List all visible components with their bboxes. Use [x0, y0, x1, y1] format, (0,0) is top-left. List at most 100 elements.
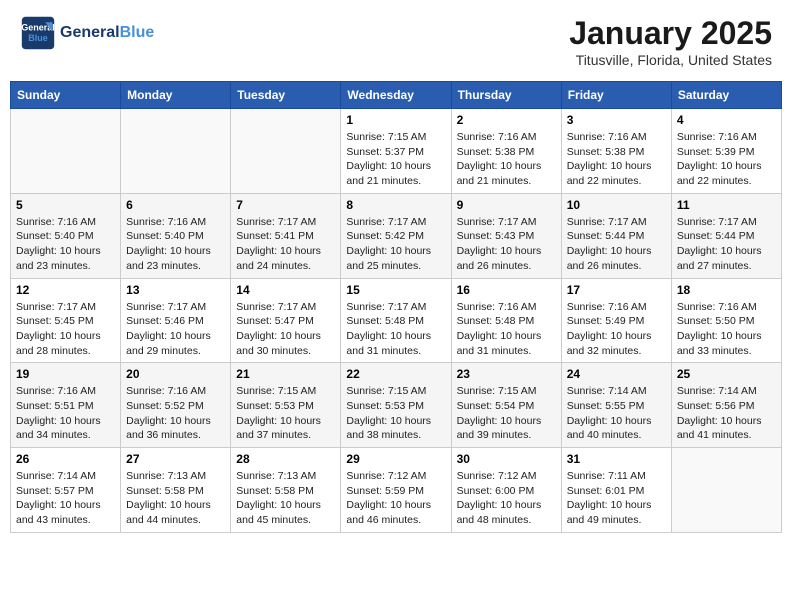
day-info-line: and 30 minutes. [236, 344, 335, 359]
day-info-line: Sunrise: 7:12 AM [346, 469, 445, 484]
day-info-line: Sunrise: 7:16 AM [16, 384, 115, 399]
day-info-line: and 26 minutes. [457, 259, 556, 274]
day-info-line: Daylight: 10 hours [677, 159, 776, 174]
calendar-cell: 25Sunrise: 7:14 AMSunset: 5:56 PMDayligh… [671, 363, 781, 448]
day-info-line: Sunset: 5:55 PM [567, 399, 666, 414]
day-info-line: Sunset: 5:46 PM [126, 314, 225, 329]
day-info-line: Sunset: 6:01 PM [567, 484, 666, 499]
day-info-line: Sunrise: 7:17 AM [457, 215, 556, 230]
day-number: 1 [346, 113, 445, 127]
logo-text: GeneralBlue [60, 24, 154, 42]
day-info-line: Sunrise: 7:17 AM [236, 300, 335, 315]
day-info-line: Sunset: 5:47 PM [236, 314, 335, 329]
day-info-line: Sunset: 5:44 PM [677, 229, 776, 244]
day-info-line: Daylight: 10 hours [457, 498, 556, 513]
day-info-line: and 27 minutes. [677, 259, 776, 274]
day-number: 30 [457, 452, 556, 466]
day-info-line: and 38 minutes. [346, 428, 445, 443]
day-info-line: Sunrise: 7:16 AM [457, 130, 556, 145]
day-info-line: Daylight: 10 hours [126, 329, 225, 344]
calendar-cell: 15Sunrise: 7:17 AMSunset: 5:48 PMDayligh… [341, 278, 451, 363]
calendar-cell: 29Sunrise: 7:12 AMSunset: 5:59 PMDayligh… [341, 448, 451, 533]
day-info-line: Sunset: 5:53 PM [346, 399, 445, 414]
title-block: January 2025 Titusville, Florida, United… [569, 15, 772, 68]
day-number: 3 [567, 113, 666, 127]
day-info-line: Daylight: 10 hours [236, 414, 335, 429]
day-info-line: Sunrise: 7:16 AM [567, 300, 666, 315]
calendar-cell: 21Sunrise: 7:15 AMSunset: 5:53 PMDayligh… [231, 363, 341, 448]
day-info-line: and 31 minutes. [346, 344, 445, 359]
day-info-line: Sunrise: 7:13 AM [236, 469, 335, 484]
day-info-line: Sunset: 5:39 PM [677, 145, 776, 160]
day-info-line: Sunrise: 7:15 AM [457, 384, 556, 399]
day-info-line: Sunset: 5:38 PM [457, 145, 556, 160]
day-info-line: Sunset: 5:42 PM [346, 229, 445, 244]
day-info-line: Sunrise: 7:16 AM [457, 300, 556, 315]
day-number: 18 [677, 283, 776, 297]
day-info-line: Daylight: 10 hours [346, 498, 445, 513]
day-info-line: Sunrise: 7:16 AM [126, 384, 225, 399]
day-info-line: and 41 minutes. [677, 428, 776, 443]
day-info-line: Daylight: 10 hours [126, 414, 225, 429]
day-number: 4 [677, 113, 776, 127]
week-row-1: 5Sunrise: 7:16 AMSunset: 5:40 PMDaylight… [11, 193, 782, 278]
weekday-monday: Monday [121, 82, 231, 109]
day-info-line: Sunrise: 7:13 AM [126, 469, 225, 484]
day-info-line: Daylight: 10 hours [126, 244, 225, 259]
day-info-line: Daylight: 10 hours [567, 329, 666, 344]
day-info-line: and 21 minutes. [457, 174, 556, 189]
location-subtitle: Titusville, Florida, United States [569, 52, 772, 68]
day-info-line: and 24 minutes. [236, 259, 335, 274]
weekday-sunday: Sunday [11, 82, 121, 109]
day-info-line: Sunset: 5:44 PM [567, 229, 666, 244]
day-info-line: and 22 minutes. [567, 174, 666, 189]
calendar-cell: 30Sunrise: 7:12 AMSunset: 6:00 PMDayligh… [451, 448, 561, 533]
day-info-line: Daylight: 10 hours [457, 159, 556, 174]
day-info-line: Sunset: 5:40 PM [16, 229, 115, 244]
day-info-line: and 28 minutes. [16, 344, 115, 359]
day-number: 14 [236, 283, 335, 297]
calendar-cell: 19Sunrise: 7:16 AMSunset: 5:51 PMDayligh… [11, 363, 121, 448]
calendar-cell: 8Sunrise: 7:17 AMSunset: 5:42 PMDaylight… [341, 193, 451, 278]
day-number: 24 [567, 367, 666, 381]
day-info-line: Daylight: 10 hours [16, 414, 115, 429]
day-number: 12 [16, 283, 115, 297]
day-info-line: Sunset: 5:49 PM [567, 314, 666, 329]
day-info-line: Sunrise: 7:16 AM [677, 300, 776, 315]
day-info-line: Daylight: 10 hours [567, 498, 666, 513]
day-info-line: and 39 minutes. [457, 428, 556, 443]
day-info-line: Daylight: 10 hours [457, 329, 556, 344]
day-number: 26 [16, 452, 115, 466]
day-info-line: Daylight: 10 hours [236, 498, 335, 513]
day-info-line: Daylight: 10 hours [346, 329, 445, 344]
day-info-line: Daylight: 10 hours [346, 414, 445, 429]
week-row-4: 26Sunrise: 7:14 AMSunset: 5:57 PMDayligh… [11, 448, 782, 533]
day-number: 17 [567, 283, 666, 297]
day-info-line: and 21 minutes. [346, 174, 445, 189]
day-info-line: Sunrise: 7:17 AM [346, 215, 445, 230]
svg-text:Blue: Blue [28, 33, 48, 43]
weekday-header-row: SundayMondayTuesdayWednesdayThursdayFrid… [11, 82, 782, 109]
month-title: January 2025 [569, 15, 772, 52]
page-header: General Blue GeneralBlue January 2025 Ti… [10, 10, 782, 73]
day-info-line: and 34 minutes. [16, 428, 115, 443]
day-info-line: Sunrise: 7:16 AM [126, 215, 225, 230]
day-info-line: Daylight: 10 hours [677, 329, 776, 344]
day-info-line: Sunrise: 7:16 AM [677, 130, 776, 145]
day-info-line: Sunset: 5:48 PM [346, 314, 445, 329]
weekday-wednesday: Wednesday [341, 82, 451, 109]
day-number: 31 [567, 452, 666, 466]
day-number: 11 [677, 198, 776, 212]
day-number: 20 [126, 367, 225, 381]
calendar-cell: 27Sunrise: 7:13 AMSunset: 5:58 PMDayligh… [121, 448, 231, 533]
day-info-line: and 29 minutes. [126, 344, 225, 359]
calendar-cell: 7Sunrise: 7:17 AMSunset: 5:41 PMDaylight… [231, 193, 341, 278]
day-info-line: and 40 minutes. [567, 428, 666, 443]
calendar-cell: 14Sunrise: 7:17 AMSunset: 5:47 PMDayligh… [231, 278, 341, 363]
calendar-cell [671, 448, 781, 533]
day-info-line: Sunrise: 7:15 AM [346, 384, 445, 399]
calendar-body: 1Sunrise: 7:15 AMSunset: 5:37 PMDaylight… [11, 109, 782, 533]
day-number: 7 [236, 198, 335, 212]
calendar-cell: 2Sunrise: 7:16 AMSunset: 5:38 PMDaylight… [451, 109, 561, 194]
day-info-line: Sunrise: 7:16 AM [567, 130, 666, 145]
